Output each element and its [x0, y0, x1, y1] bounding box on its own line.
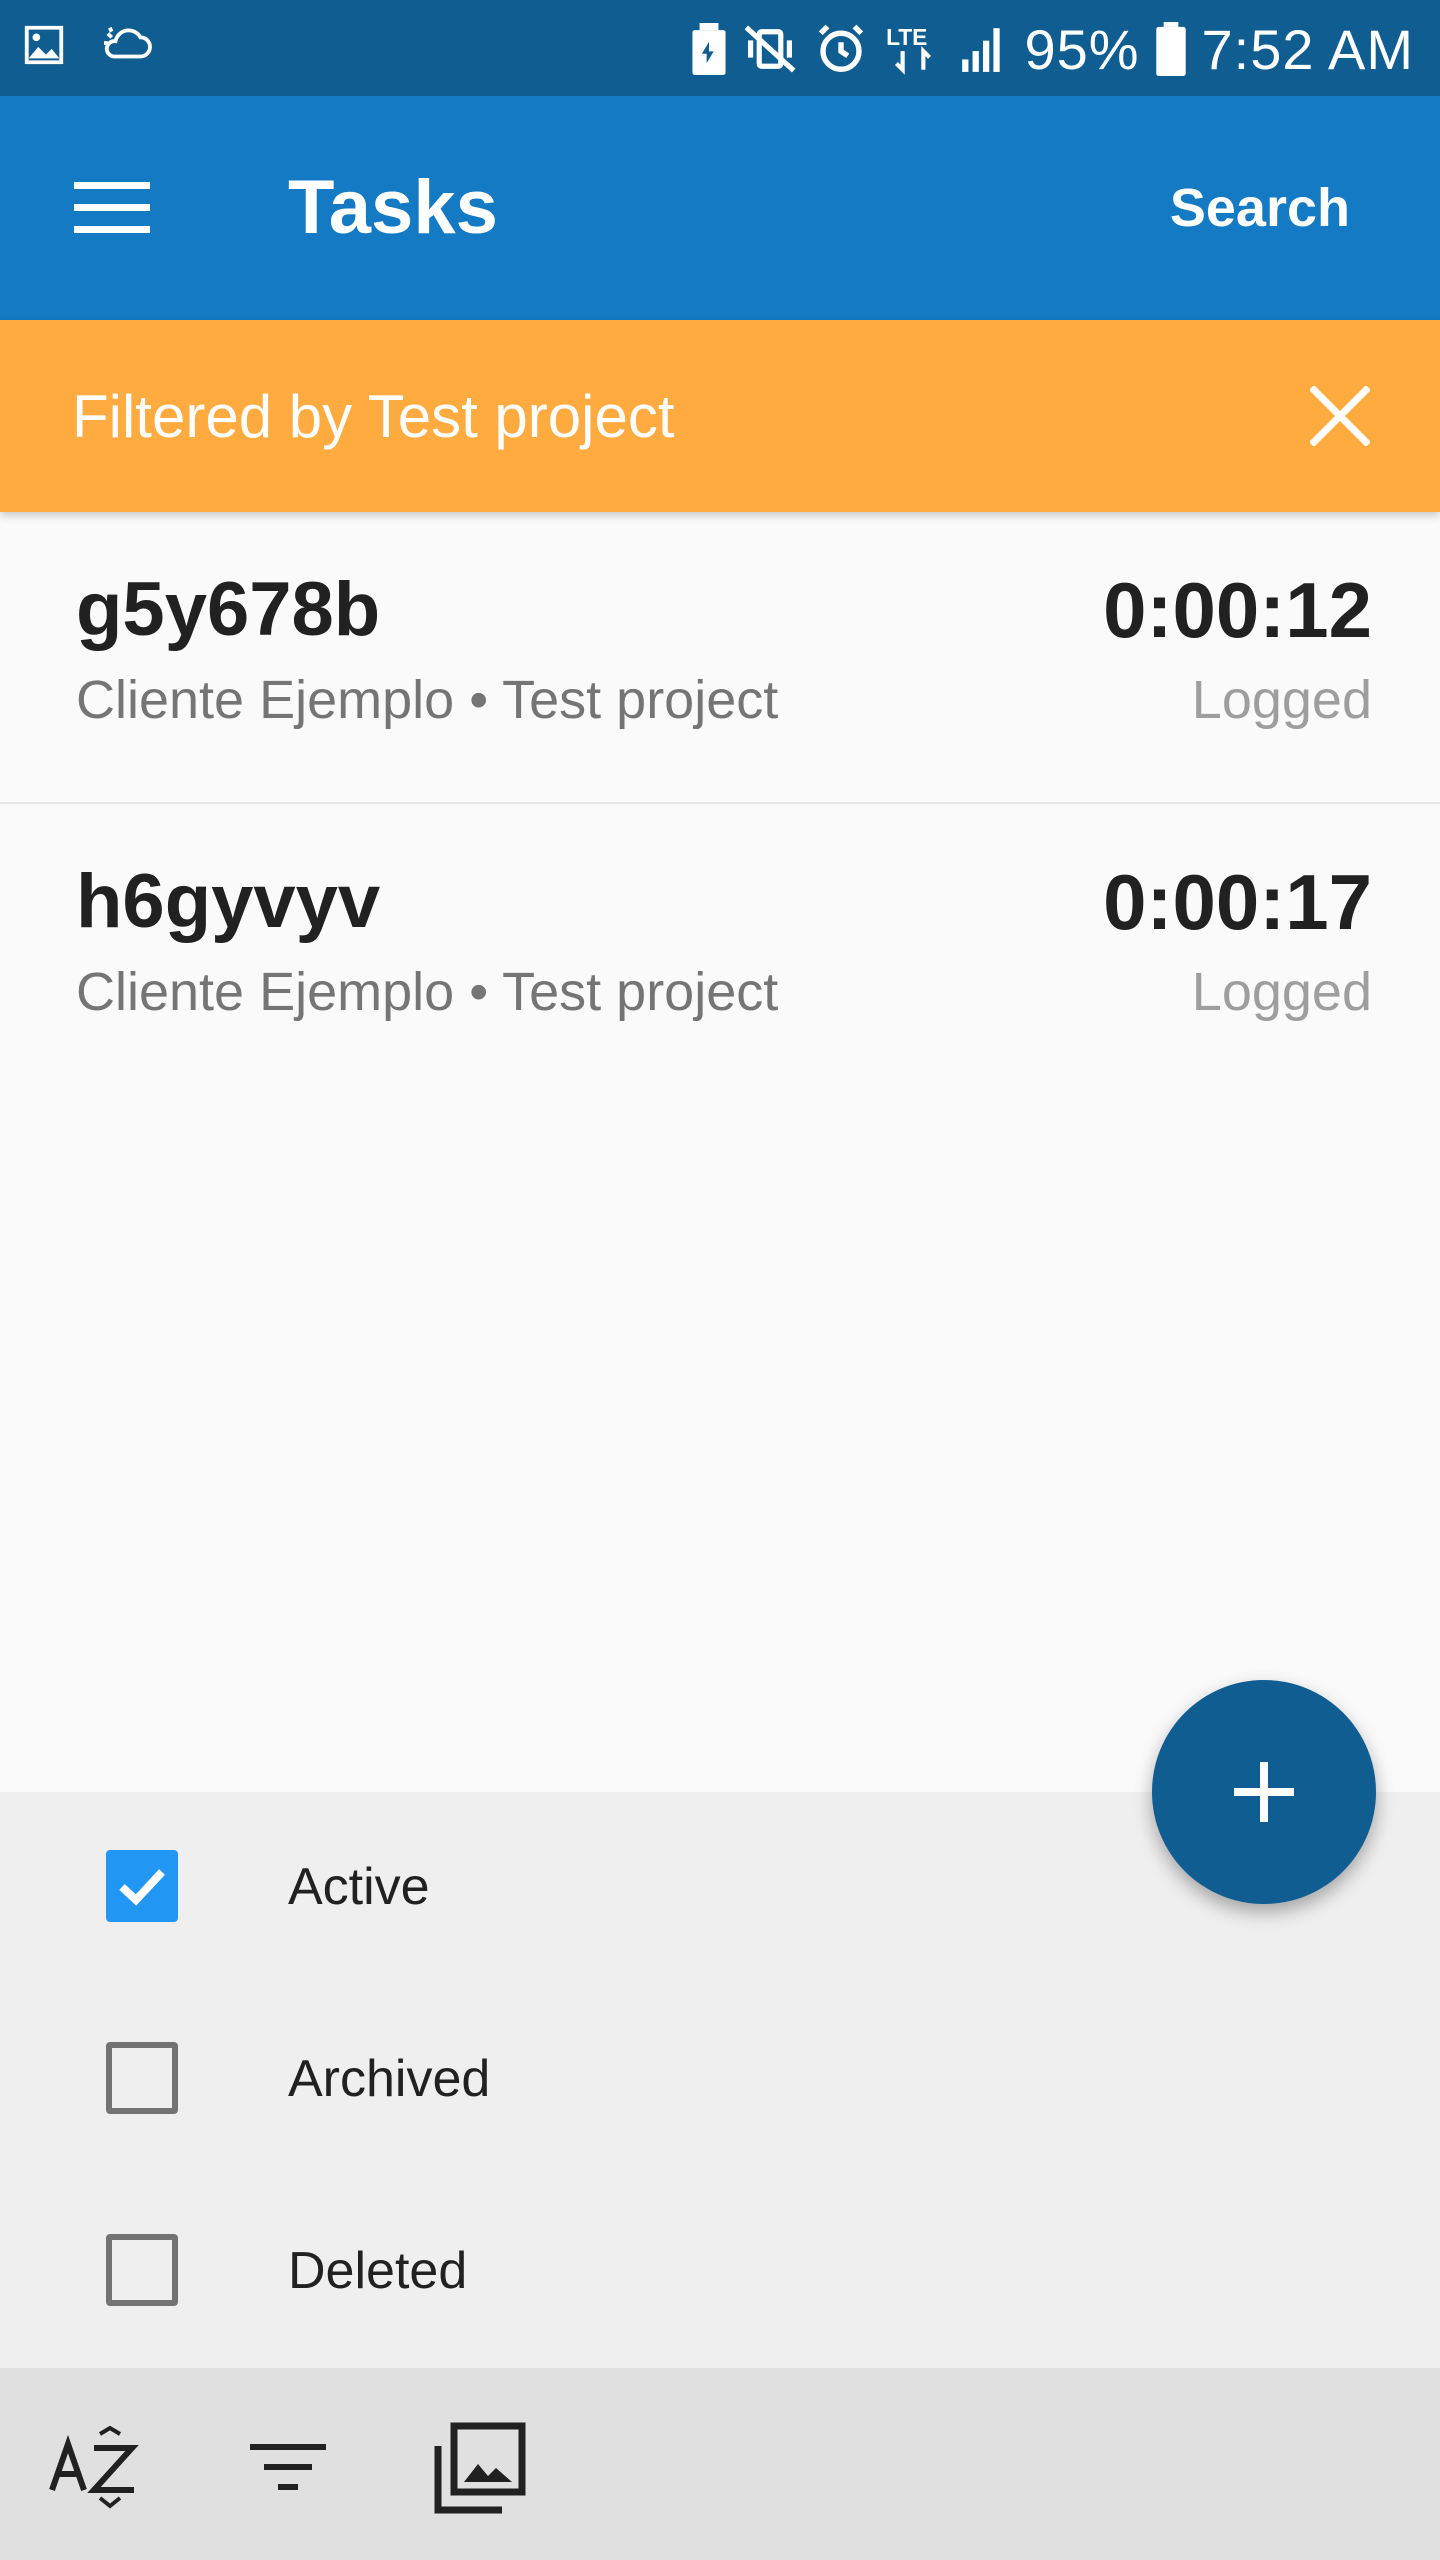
status-right-icons: LTE 95% 7:52 AM — [692, 14, 1414, 84]
filter-option-archived[interactable]: Archived — [0, 1984, 1440, 2176]
filter-list-icon — [250, 2444, 326, 2490]
search-button[interactable]: Search — [1170, 178, 1350, 238]
task-list: g5y678b Cliente Ejemplo • Test project 0… — [0, 512, 1440, 1094]
deleted-label: Deleted — [288, 2242, 468, 2300]
hamburger-menu-icon — [74, 182, 150, 233]
vibrate-mute-icon — [742, 23, 798, 75]
battery-percent: 95% — [1024, 17, 1140, 81]
signal-strength-icon — [958, 24, 1008, 74]
task-row[interactable]: h6gyvyv Cliente Ejemplo • Test project 0… — [0, 804, 1440, 1094]
task-status: Logged — [1191, 962, 1372, 1022]
task-client-project: Cliente Ejemplo • Test project — [76, 962, 779, 1022]
task-status: Logged — [1191, 670, 1372, 730]
battery-icon — [1155, 22, 1186, 76]
page-title: Tasks — [288, 165, 498, 250]
task-duration: 0:00:12 — [1103, 566, 1372, 654]
bottom-toolbar — [0, 2368, 1440, 2560]
filter-button[interactable] — [236, 2416, 340, 2520]
close-icon — [1310, 386, 1370, 446]
menu-button[interactable] — [60, 166, 164, 250]
battery-saver-icon — [692, 23, 726, 75]
active-checkbox[interactable] — [106, 1850, 178, 1922]
plus-icon — [1234, 1762, 1294, 1822]
add-task-button[interactable] — [1152, 1680, 1376, 1904]
alarm-icon — [814, 22, 868, 76]
filter-banner: Filtered by Test project — [0, 320, 1440, 512]
gallery-button[interactable] — [428, 2416, 532, 2520]
weather-cloud-icon — [98, 22, 156, 68]
checkmark-icon — [119, 1869, 165, 1906]
filter-banner-text: Filtered by Test project — [72, 383, 675, 450]
lte-data-icon: LTE — [884, 19, 942, 79]
task-name: g5y678b — [76, 567, 381, 652]
task-name: h6gyvyv — [76, 859, 381, 944]
image-notification-icon — [20, 22, 68, 68]
sort-button[interactable] — [44, 2416, 148, 2520]
archived-checkbox[interactable] — [106, 2042, 178, 2114]
clock: 7:52 AM — [1201, 17, 1414, 81]
tasks-screen: LTE 95% 7:52 AM Tasks Search Filtered by… — [0, 0, 1440, 2560]
sort-az-icon — [49, 2426, 139, 2509]
status-left-icons — [20, 22, 156, 68]
lte-label: LTE — [887, 24, 928, 50]
task-row[interactable]: g5y678b Cliente Ejemplo • Test project 0… — [0, 512, 1440, 804]
deleted-checkbox[interactable] — [106, 2234, 178, 2306]
clear-filter-button[interactable] — [1300, 376, 1380, 456]
archived-label: Archived — [288, 2050, 491, 2108]
task-duration: 0:00:17 — [1103, 858, 1372, 946]
photo-library-icon — [434, 2422, 526, 2514]
app-bar: Tasks Search — [0, 96, 1440, 320]
status-bar: LTE 95% 7:52 AM — [0, 0, 1440, 96]
active-label: Active — [288, 1858, 430, 1916]
filter-option-deleted[interactable]: Deleted — [0, 2176, 1440, 2368]
task-client-project: Cliente Ejemplo • Test project — [76, 670, 779, 730]
